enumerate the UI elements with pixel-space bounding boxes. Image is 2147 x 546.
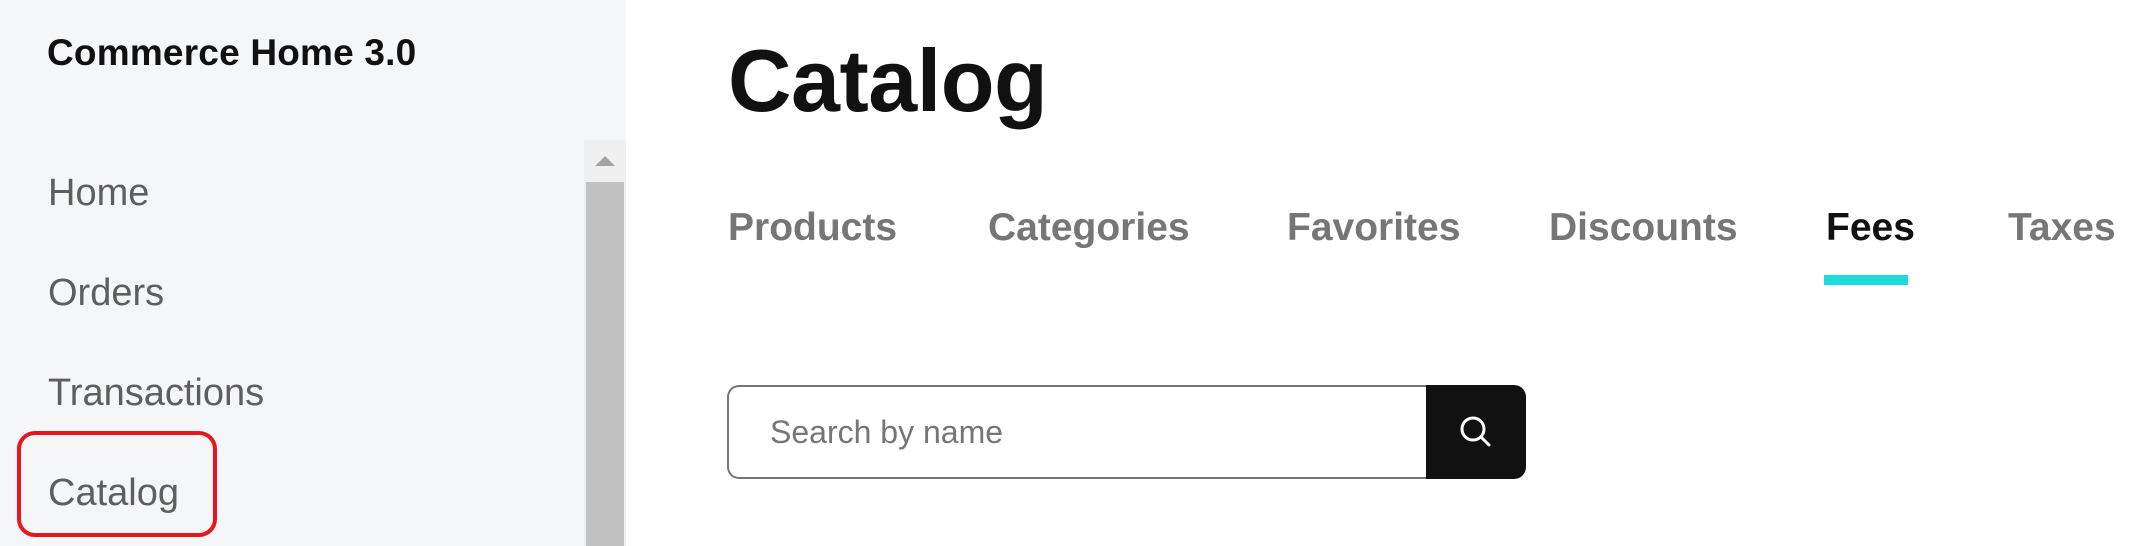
scrollbar-thumb[interactable] [586,182,624,546]
arrow-up-icon [595,156,615,166]
tab-discounts[interactable]: Discounts [1549,206,1738,250]
app-title: Commerce Home 3.0 [47,32,417,73]
scroll-up-button[interactable] [584,140,626,182]
sidebar-item-home[interactable]: Home [48,172,149,215]
tab-taxes[interactable]: Taxes [2008,206,2116,250]
sidebar-item-catalog[interactable]: Catalog [48,472,179,515]
sidebar-item-orders[interactable]: Orders [48,272,164,315]
sidebar-item-transactions[interactable]: Transactions [48,372,264,415]
tab-products[interactable]: Products [728,206,897,250]
tab-categories[interactable]: Categories [988,206,1190,250]
sidebar-scrollbar[interactable] [584,140,626,546]
search-button[interactable] [1426,385,1526,479]
active-tab-indicator [1824,275,1908,285]
tab-fees[interactable]: Fees [1826,206,1915,250]
page-title: Catalog [728,31,1048,130]
search-icon [1460,416,1491,447]
sidebar: Commerce Home 3.0 Home Orders Transactio… [0,0,626,546]
tab-favorites[interactable]: Favorites [1287,206,1460,250]
search-input[interactable] [770,387,1390,477]
search-field[interactable] [727,385,1427,479]
